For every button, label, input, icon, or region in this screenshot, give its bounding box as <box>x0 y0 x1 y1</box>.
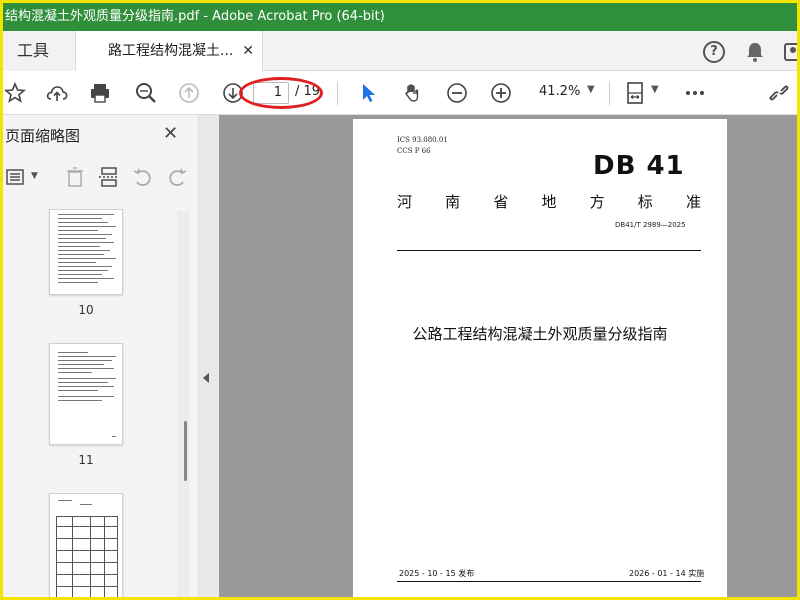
document-view[interactable]: ICS 93.080.01 CCS P 66 DB 41 河 南 省 地 方 标… <box>219 115 797 597</box>
tab-document[interactable]: 路工程结构混凝土... ✕ <box>75 31 263 71</box>
standard-type-char: 南 <box>445 193 461 211</box>
account-icon[interactable] <box>783 41 800 63</box>
panel-collapse-strip[interactable] <box>199 115 219 597</box>
standard-type: 河 南 省 地 方 标 准 <box>397 191 701 212</box>
standard-type-char: 标 <box>637 193 653 211</box>
db-logo: DB 41 <box>593 151 685 181</box>
search-icon[interactable] <box>134 81 158 105</box>
ics-code: ICS 93.080.01 <box>397 136 448 144</box>
standard-number: DB41/T 2989—2025 <box>615 221 686 229</box>
print-icon[interactable] <box>88 81 112 105</box>
toolbar-divider <box>609 81 610 105</box>
annotation-ellipse <box>239 77 323 109</box>
close-panel-icon[interactable]: ✕ <box>163 123 178 144</box>
ccs-code: CCS P 66 <box>397 147 431 155</box>
title-bar: 结构混凝土外观质量分级指南.pdf - Adobe Acrobat Pro (6… <box>3 3 797 31</box>
thumbnails-scrollbar[interactable] <box>177 211 189 597</box>
fit-page-icon[interactable] <box>625 81 649 105</box>
tab-bar: 工具 路工程结构混凝土... ✕ ? <box>3 31 797 71</box>
more-tools-icon[interactable] <box>683 81 707 105</box>
main-toolbar: 1 / 19 41.2% ▼ ▼ <box>3 71 797 115</box>
close-tab-icon[interactable]: ✕ <box>242 31 254 71</box>
delete-icon[interactable] <box>63 165 87 189</box>
window-frame: 结构混凝土外观质量分级指南.pdf - Adobe Acrobat Pro (6… <box>0 0 800 600</box>
thumbnail-page-12[interactable] <box>49 493 123 597</box>
tab-document-label: 路工程结构混凝土... <box>108 43 234 59</box>
options-dropdown-icon[interactable]: ▼ <box>31 171 38 181</box>
thumbnail-page-10[interactable] <box>49 209 123 295</box>
footer-rule <box>397 581 701 582</box>
previous-page-icon[interactable] <box>177 81 201 105</box>
thumbnail-page-number: 10 <box>78 303 94 317</box>
thumbnails-panel-title: 页面缩略图 <box>5 127 81 145</box>
hand-tool-icon[interactable] <box>401 81 425 105</box>
thumbnail-tools: ▼ <box>3 163 199 193</box>
zoom-dropdown-icon[interactable]: ▼ <box>587 84 595 95</box>
header-rule <box>397 250 701 251</box>
thumbnail-page-11[interactable] <box>49 343 123 445</box>
insert-page-icon[interactable] <box>97 165 121 189</box>
thumbnails-scrollbar-thumb[interactable] <box>184 421 187 481</box>
thumbnail-page-number: 11 <box>78 453 94 467</box>
zoom-out-icon[interactable] <box>445 81 469 105</box>
rotate-right-icon[interactable] <box>165 165 189 189</box>
document-title: 公路工程结构混凝土外观质量分级指南 <box>412 325 668 343</box>
options-menu-icon[interactable] <box>5 165 29 189</box>
toolbar-divider <box>337 81 338 105</box>
help-icon[interactable]: ? <box>703 41 725 63</box>
standard-type-char: 河 <box>397 193 413 211</box>
zoom-in-icon[interactable] <box>489 81 513 105</box>
window-title: 结构混凝土外观质量分级指南.pdf - Adobe Acrobat Pro (6… <box>5 9 385 24</box>
pdf-page: ICS 93.080.01 CCS P 66 DB 41 河 南 省 地 方 标… <box>353 119 727 597</box>
thumbnails-panel: 页面缩略图 ✕ ▼ 10 11 <box>3 115 199 597</box>
tab-tools[interactable]: 工具 <box>3 31 75 71</box>
fit-dropdown-icon[interactable]: ▼ <box>651 84 659 95</box>
publish-date: 2025 - 10 - 15 发布 <box>399 569 475 578</box>
select-tool-icon[interactable] <box>357 81 381 105</box>
star-icon[interactable] <box>3 81 27 105</box>
share-link-icon[interactable] <box>767 81 791 105</box>
implement-date: 2026 - 01 - 14 实施 <box>629 569 705 578</box>
cloud-upload-icon[interactable] <box>45 81 69 105</box>
standard-type-char: 准 <box>685 193 701 211</box>
bell-icon[interactable] <box>745 41 765 63</box>
standard-type-char: 地 <box>541 193 557 211</box>
zoom-level[interactable]: 41.2% <box>539 84 580 99</box>
collapse-arrow-icon[interactable] <box>203 373 209 383</box>
standard-type-char: 省 <box>493 193 509 211</box>
standard-type-char: 方 <box>589 193 605 211</box>
rotate-left-icon[interactable] <box>131 165 155 189</box>
